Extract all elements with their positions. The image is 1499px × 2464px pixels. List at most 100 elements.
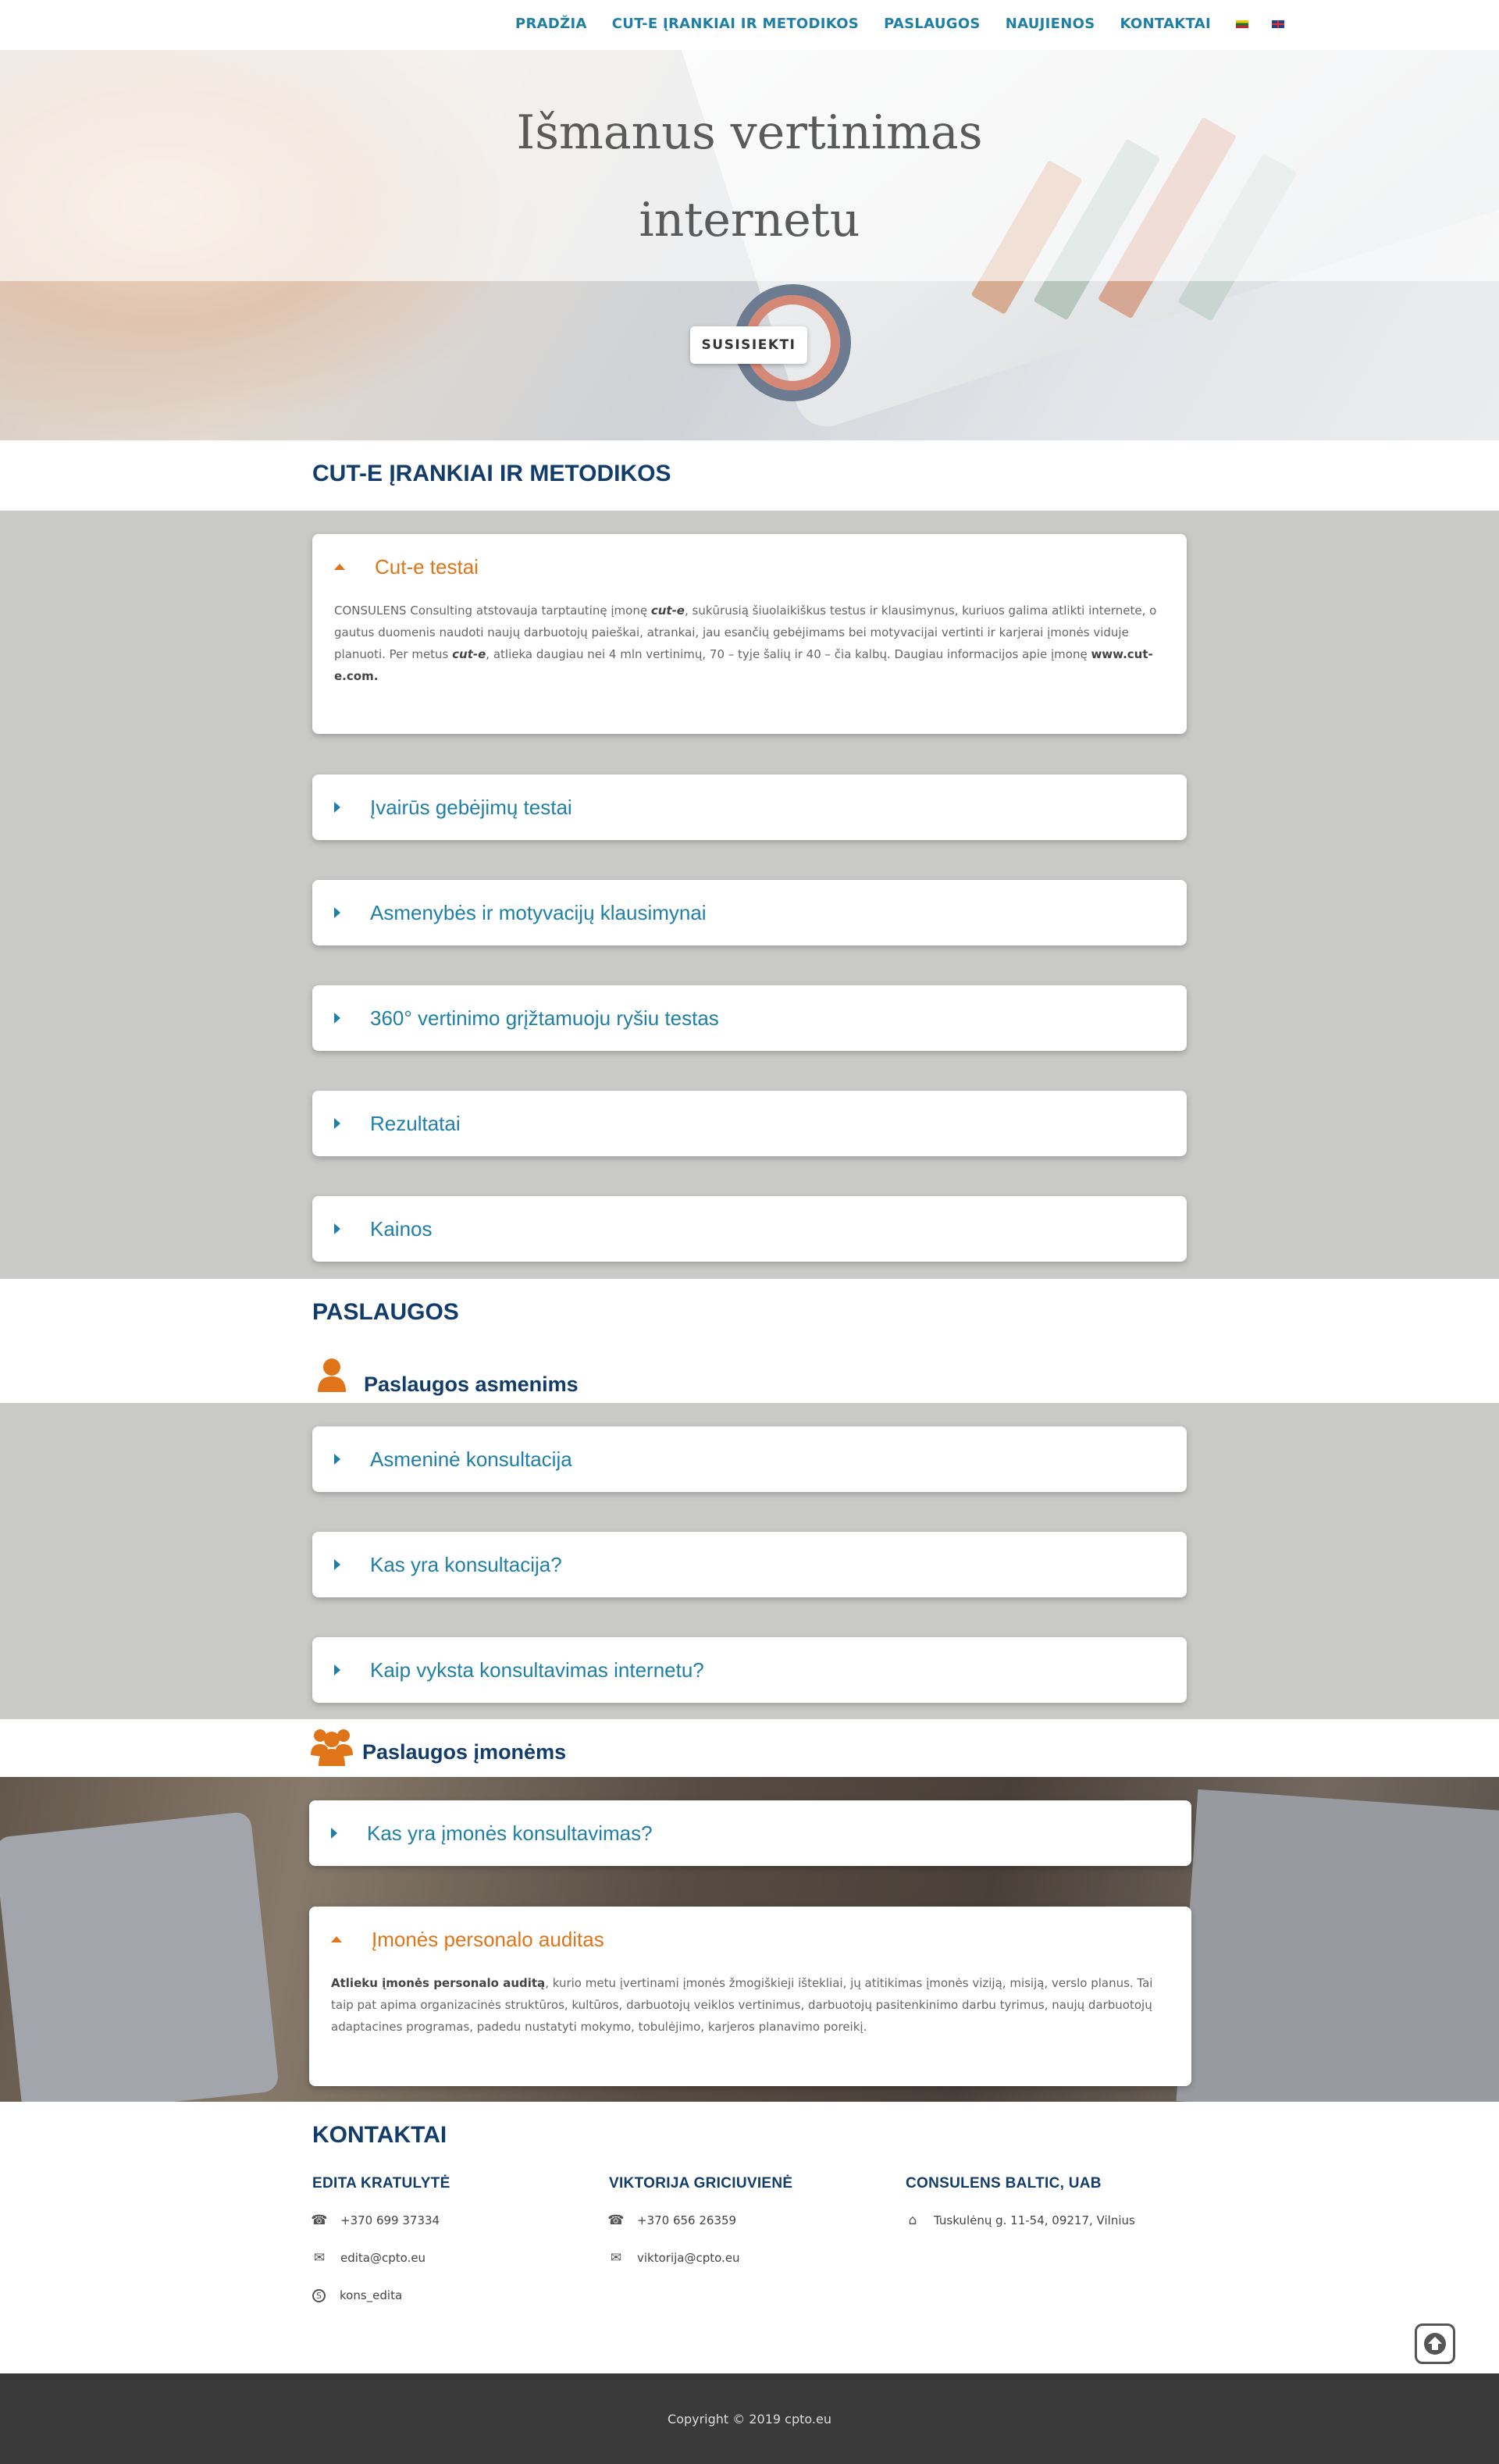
caret-right-icon <box>334 1013 340 1024</box>
envelope-icon: ✉ <box>313 2250 326 2266</box>
individual-services-heading: Paslaugos asmenims <box>315 1354 579 1397</box>
skype-icon: S <box>312 2288 326 2302</box>
accordion-item-company-consulting[interactable]: Kas yra įmonės konsultavimas? <box>309 1800 1191 1866</box>
address-text: Tuskulėnų g. 11-54, 09217, Vilnius <box>934 2213 1135 2227</box>
contact-email[interactable]: ✉ edita@cpto.eu <box>312 2249 593 2267</box>
hero-banner: Išmanus vertinimas internetu SUSISIEKTI <box>0 50 1499 440</box>
home-icon: ⌂ <box>908 2213 917 2228</box>
caret-right-icon <box>334 1454 340 1465</box>
accordion-body: CONSULENS Consulting atstovauja tarptaut… <box>334 600 1165 687</box>
group-icon <box>311 1729 353 1766</box>
accordion-item-online-consulting[interactable]: Kaip vyksta konsultavimas internetu? <box>312 1637 1187 1703</box>
phone-icon: ☎ <box>607 2213 625 2228</box>
scroll-to-top-button[interactable] <box>1415 2323 1455 2364</box>
contact-name: EDITA KRATULYTĖ <box>312 2175 450 2192</box>
caret-up-icon <box>334 564 345 570</box>
caret-up-icon <box>331 1936 342 1942</box>
person-icon <box>318 1358 346 1392</box>
accordion-title: 360° vertinimo grįžtamuoju ryšiu testas <box>370 1006 719 1030</box>
caret-right-icon <box>331 1828 337 1839</box>
accordion-item-360[interactable]: 360° vertinimo grįžtamuoju ryšiu testas <box>312 985 1187 1051</box>
accordion-body: Atlieku įmonės personalo auditą, kurio m… <box>331 1972 1170 2038</box>
section-title-cute: CUT-E ĮRANKIAI IR METODIKOS <box>312 461 671 486</box>
accordion-item-cute-tests[interactable]: Cut-e testai CONSULENS Consulting atstov… <box>312 534 1187 734</box>
top-navigation: PRADŽIA CUT-E ĮRANKIAI IR METODIKOS PASL… <box>0 0 1499 50</box>
accordion-title: Įvairūs gebėjimų testai <box>370 795 572 819</box>
email-link[interactable]: edita@cpto.eu <box>340 2251 425 2265</box>
accordion-header[interactable]: Asmenybės ir motyvacijų klausimynai <box>334 880 707 945</box>
accordion-item-prices[interactable]: Kainos <box>312 1196 1187 1262</box>
accordion-header[interactable]: 360° vertinimo grįžtamuoju ryšiu testas <box>334 985 719 1051</box>
accordion-item-personal-consultation[interactable]: Asmeninė konsultacija <box>312 1426 1187 1492</box>
nav-item-cute[interactable]: CUT-E ĮRANKIAI IR METODIKOS <box>612 16 859 32</box>
contact-name: VIKTORIJA GRICIUVIENĖ <box>609 2175 793 2192</box>
company-services-heading: Paslaugos įmonėms <box>311 1725 566 1766</box>
accordion-title: Rezultatai <box>370 1111 461 1135</box>
nav-menu: PRADŽIA CUT-E ĮRANKIAI IR METODIKOS PASL… <box>515 16 1308 32</box>
contact-button[interactable]: SUSISIEKTI <box>690 326 807 364</box>
body-emphasis: cut-e <box>650 604 685 618</box>
en-flag-icon[interactable] <box>1271 20 1284 28</box>
contact-address: ⌂ Tuskulėnų g. 11-54, 09217, Vilnius <box>906 2211 1187 2230</box>
accordion-title: Cut-e testai <box>375 554 479 579</box>
accordion-title: Kaip vyksta konsultavimas internetu? <box>370 1658 704 1682</box>
accordion-item-results[interactable]: Rezultatai <box>312 1091 1187 1156</box>
nav-item-services[interactable]: PASLAUGOS <box>884 16 981 32</box>
section-title-services: PASLAUGOS <box>312 1299 459 1325</box>
accordion-item-what-is-consultation[interactable]: Kas yra konsultacija? <box>312 1532 1187 1597</box>
copyright-text: Copyright © 2019 cpto.eu <box>668 2411 831 2427</box>
contact-viktorija: VIKTORIJA GRICIUVIENĖ ☎ +370 656 26359 ✉… <box>607 2175 890 2267</box>
accordion-item-personnel-audit[interactable]: Įmonės personalo auditas Atlieku įmonės … <box>309 1907 1191 2086</box>
section-title-contacts: KONTAKTAI <box>312 2122 447 2148</box>
accordion-header[interactable]: Įvairūs gebėjimų testai <box>334 774 572 840</box>
contact-company: CONSULENS BALTIC, UAB ⌂ Tuskulėnų g. 11-… <box>906 2175 1187 2230</box>
accordion-header[interactable]: Asmeninė konsultacija <box>334 1426 572 1492</box>
accordion-header[interactable]: Kaip vyksta konsultavimas internetu? <box>334 1637 704 1703</box>
nav-item-news[interactable]: NAUJIENOS <box>1006 16 1095 32</box>
accordion-header[interactable]: Įmonės personalo auditas <box>331 1907 604 1972</box>
contact-email[interactable]: ✉ viktorija@cpto.eu <box>609 2249 890 2267</box>
contact-edita: EDITA KRATULYTĖ ☎ +370 699 37334 ✉ edita… <box>311 2175 593 2305</box>
email-link[interactable]: viktorija@cpto.eu <box>637 2251 740 2265</box>
accordion-item-personality[interactable]: Asmenybės ir motyvacijų klausimynai <box>312 880 1187 945</box>
hero-title-line: internetu <box>639 193 860 247</box>
accordion-title: Įmonės personalo auditas <box>372 1927 604 1951</box>
accordion-header[interactable]: Rezultatai <box>334 1091 461 1156</box>
caret-right-icon <box>334 802 340 813</box>
accordion-header[interactable]: Cut-e testai <box>334 534 479 600</box>
hero-title: Išmanus vertinimas internetu <box>359 89 1140 264</box>
company-services-title: Paslaugos įmonėms <box>362 1739 567 1764</box>
body-text: , atlieka daugiau nei 4 mln vertinimų, 7… <box>486 647 1091 661</box>
body-text: CONSULENS Consulting atstovauja tarptaut… <box>334 604 651 618</box>
nav-item-contacts[interactable]: KONTAKTAI <box>1120 16 1210 32</box>
accordion-title: Kainos <box>370 1216 433 1241</box>
caret-right-icon <box>334 907 340 918</box>
arrow-up-icon <box>1424 2333 1446 2355</box>
envelope-icon: ✉ <box>610 2250 622 2266</box>
accordion-header[interactable]: Kas yra įmonės konsultavimas? <box>331 1800 653 1866</box>
accordion-header[interactable]: Kainos <box>334 1196 433 1262</box>
caret-right-icon <box>334 1118 340 1129</box>
accordion-header[interactable]: Kas yra konsultacija? <box>334 1532 562 1597</box>
nav-item-home[interactable]: PRADŽIA <box>515 16 587 32</box>
contact-skype[interactable]: S kons_edita <box>312 2286 593 2305</box>
accordion-title: Asmenybės ir motyvacijų klausimynai <box>370 900 707 924</box>
body-emphasis: Atlieku įmonės personalo auditą <box>331 1976 546 1990</box>
accordion-title: Kas yra įmonės konsultavimas? <box>367 1821 653 1845</box>
phone-number[interactable]: +370 656 26359 <box>637 2213 736 2227</box>
contact-phone[interactable]: ☎ +370 699 37334 <box>311 2211 593 2230</box>
body-emphasis: cut-e <box>452 647 486 661</box>
lt-flag-icon[interactable] <box>1235 20 1248 28</box>
hero-title-line: Išmanus vertinimas <box>516 105 983 160</box>
contact-name: CONSULENS BALTIC, UAB <box>906 2175 1102 2192</box>
caret-right-icon <box>334 1223 340 1234</box>
phone-icon: ☎ <box>311 2213 328 2228</box>
accordion-item-ability-tests[interactable]: Įvairūs gebėjimų testai <box>312 774 1187 840</box>
contact-phone[interactable]: ☎ +370 656 26359 <box>607 2211 890 2230</box>
footer: Copyright © 2019 cpto.eu <box>0 2373 1499 2464</box>
skype-handle[interactable]: kons_edita <box>340 2288 402 2302</box>
accordion-title: Asmeninė konsultacija <box>370 1447 572 1471</box>
individual-services-title: Paslaugos asmenims <box>364 1373 579 1396</box>
phone-number[interactable]: +370 699 37334 <box>340 2213 440 2227</box>
accordion-title: Kas yra konsultacija? <box>370 1552 562 1576</box>
